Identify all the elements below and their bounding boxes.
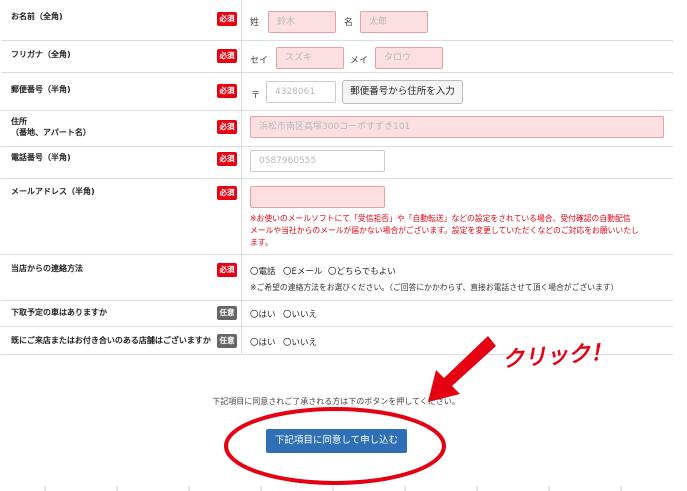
label-phone: 電話番号（半角) [11, 153, 71, 162]
row-phone: 電話番号（半角) 必須 0587960555 [1, 146, 673, 179]
row-furigana: フリガナ（全角) 必須 セイ スズキ メイ タロウ [1, 40, 673, 73]
email-note: ※お使いのメールソフトにて「受信拒否」や「自動転送」などの設定をされている場合、… [250, 214, 639, 247]
sei-kana-label: セイ [250, 56, 269, 66]
furigana-sei-input[interactable]: スズキ [276, 47, 344, 69]
radio-phone[interactable]: 〇電話 [250, 265, 276, 277]
required-badge: 必須 [217, 120, 237, 134]
required-badge: 必須 [217, 49, 237, 63]
sei-label: 姓 [250, 18, 260, 28]
contact-note: ※ご希望の連絡方法をお選びください。（ご回答にかかわらず、直接お電話させて頂く場… [250, 283, 619, 292]
mei-label: 名 [344, 18, 354, 28]
required-badge: 必須 [217, 186, 237, 200]
radio-trade-in-yes[interactable]: 〇はい [250, 308, 276, 320]
highlight-ellipse [224, 407, 446, 485]
postal-input[interactable]: 4328061 [266, 81, 336, 103]
row-postal: 郵便番号（半角) 必須 〒 4328061 郵便番号から住所を入力 [1, 72, 673, 111]
address-input[interactable]: 浜松市南区高塚300コーポすずき101 [250, 116, 664, 138]
row-name: お名前（全角) 必須 姓 鈴木 名 太郎 [1, 0, 673, 41]
radio-trade-in-no[interactable]: 〇いいえ [283, 308, 317, 320]
row-address: 住所 （番地、アパート名） 必須 浜松市南区高塚300コーポすずき101 [1, 110, 673, 147]
row-contact-method: 当店からの連絡方法 必須 〇電話 〇Eメール 〇どちらでもよい ※ご希望の連絡方… [1, 254, 673, 301]
label-address-sub: （番地、アパート名） [11, 128, 91, 137]
furigana-mei-input[interactable]: タロウ [375, 47, 443, 69]
required-badge: 必須 [217, 12, 237, 26]
name-sei-input[interactable]: 鈴木 [268, 11, 336, 33]
radio-visited-yes[interactable]: 〇はい [250, 336, 276, 348]
name-mei-input[interactable]: 太郎 [360, 11, 428, 33]
label-visited: 既にご来店またはお付き合いのある店舗はございますか [11, 336, 211, 345]
arrow-icon [428, 336, 496, 402]
required-badge: 必須 [217, 84, 237, 98]
mei-kana-label: メイ [350, 56, 369, 66]
annotation-click: クリック！ [501, 340, 613, 373]
optional-badge: 任意 [217, 306, 237, 320]
required-badge: 必須 [217, 263, 237, 277]
label-name: お名前（全角) [11, 12, 63, 21]
bottom-ticks [44, 486, 622, 491]
email-input[interactable] [250, 186, 385, 208]
optional-badge: 任意 [217, 334, 237, 348]
required-badge: 必須 [217, 152, 237, 166]
label-furigana: フリガナ（全角) [11, 50, 71, 59]
row-trade-in: 下取予定の車はありますか 任意 〇はい 〇いいえ [1, 300, 673, 327]
label-postal: 郵便番号（半角) [11, 85, 71, 94]
postal-lookup-button[interactable]: 郵便番号から住所を入力 [342, 80, 463, 104]
radio-email[interactable]: 〇Eメール [283, 265, 322, 277]
radio-visited-no[interactable]: 〇いいえ [283, 336, 317, 348]
phone-input[interactable]: 0587960555 [250, 150, 385, 172]
row-email: メールアドレス（半角) 必須 ※お使いのメールソフトにて「受信拒否」や「自動転送… [1, 178, 673, 255]
label-trade-in: 下取予定の車はありますか [11, 308, 107, 317]
label-email: メールアドレス（半角) [11, 187, 95, 196]
radio-either[interactable]: 〇どちらでもよい [328, 265, 396, 277]
label-contact-method: 当店からの連絡方法 [11, 264, 83, 273]
postal-mark: 〒 [251, 91, 261, 101]
